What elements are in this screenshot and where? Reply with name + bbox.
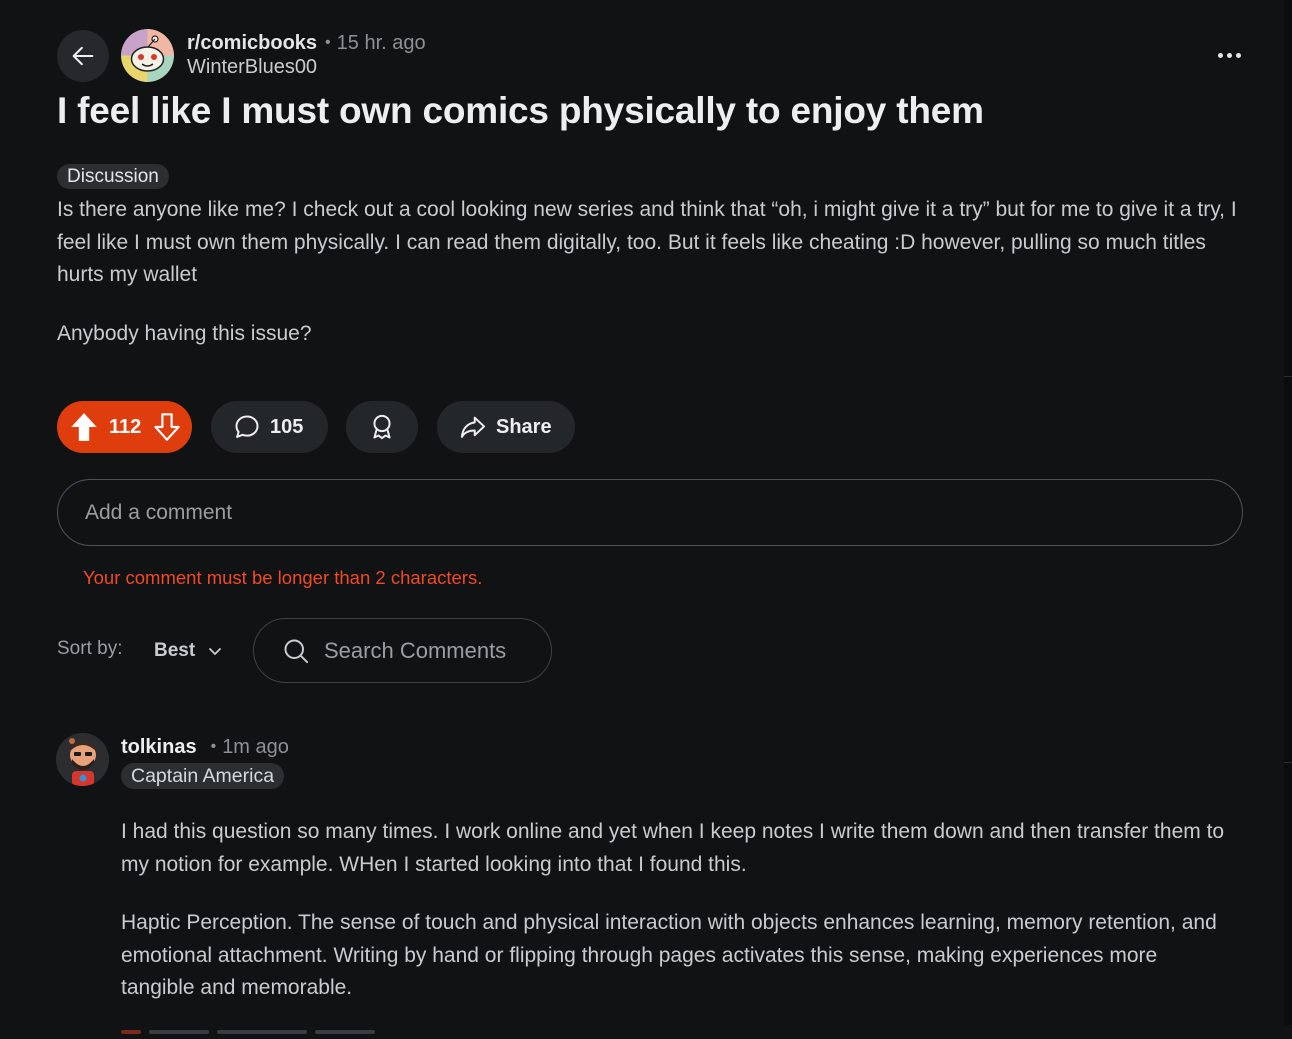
window-edge: [1284, 0, 1292, 1025]
search-comments-input[interactable]: Search Comments: [253, 618, 552, 683]
comment-error-message: Your comment must be longer than 2 chara…: [83, 567, 483, 588]
post-body: Is there anyone like me? I check out a c…: [57, 194, 1237, 350]
comment-actions-cutoff: [121, 1021, 401, 1034]
share-icon: [460, 416, 486, 438]
sort-value: Best: [154, 640, 196, 661]
share-button[interactable]: Share: [437, 401, 575, 453]
downvote-icon[interactable]: [153, 412, 181, 442]
commenter-username[interactable]: tolkinas: [121, 736, 197, 759]
comments-button[interactable]: 105: [211, 401, 328, 453]
share-label: Share: [496, 415, 552, 438]
comment-paragraph: Haptic Perception. The sense of touch an…: [121, 911, 1217, 999]
award-icon: [373, 414, 391, 440]
post-flair[interactable]: Discussion: [57, 164, 169, 189]
vote-score: 112: [109, 416, 142, 438]
subreddit-logo-icon: [121, 29, 174, 82]
comment-meta: tolkinas • 1m ago: [121, 734, 289, 760]
separator-dot: •: [210, 738, 217, 755]
search-comments-placeholder: Search Comments: [324, 637, 507, 663]
post-author[interactable]: WinterBlues00: [187, 56, 317, 79]
add-comment-input[interactable]: Add a comment: [57, 479, 1243, 546]
upvote-icon[interactable]: [70, 412, 98, 442]
subreddit-link[interactable]: r/comicbooks: [187, 32, 317, 55]
more-dots-icon: [1217, 52, 1223, 58]
back-arrow-icon: [72, 46, 94, 66]
user-flair: Captain America: [121, 763, 285, 789]
commenter-avatar[interactable]: [56, 733, 109, 786]
comment-bubble-icon: [235, 415, 259, 438]
post-body-paragraph: Anybody having this issue?: [57, 321, 312, 345]
add-comment-placeholder: Add a comment: [85, 500, 233, 524]
comment-body: I had this question so many times. I wor…: [121, 816, 1231, 1005]
sort-dropdown[interactable]: Best: [150, 630, 227, 672]
post-meta: r/comicbooks • 15 hr. ago: [187, 30, 426, 56]
more-options-button[interactable]: [1208, 38, 1250, 72]
sort-label: Sort by:: [57, 638, 123, 659]
post-title: I feel like I must own comics physically…: [57, 90, 984, 131]
post-time: 15 hr. ago: [336, 31, 426, 54]
search-icon: [284, 639, 309, 663]
post-body-paragraph: Is there anyone like me? I check out a c…: [57, 198, 1237, 286]
award-button[interactable]: [346, 401, 418, 453]
vote-control: 112: [57, 401, 192, 453]
subreddit-avatar[interactable]: [121, 29, 174, 82]
avatar-icon: [56, 733, 109, 786]
comment-time: 1m ago: [222, 735, 289, 758]
back-button[interactable]: [57, 30, 109, 82]
separator-dot: •: [325, 34, 331, 51]
chevron-down-icon: [209, 648, 222, 655]
comments-count: 105: [270, 415, 304, 438]
comment-paragraph: I had this question so many times. I wor…: [121, 820, 1225, 876]
